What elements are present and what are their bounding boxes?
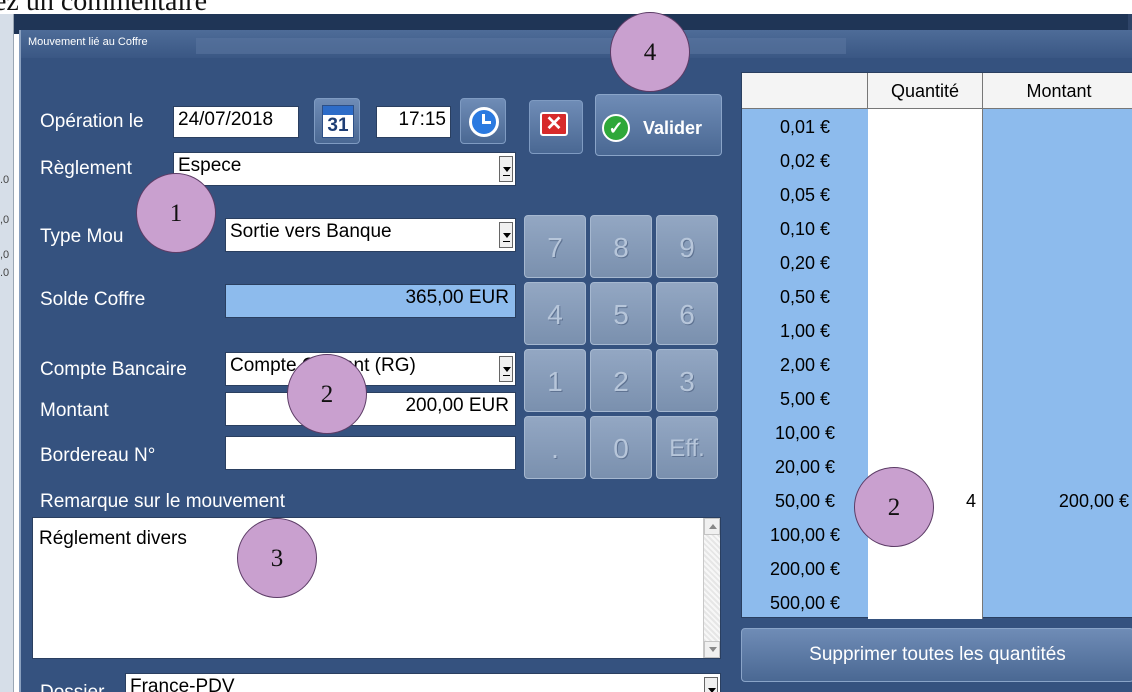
dialog-window: Mouvement lié au Coffre Opération le 24/…	[19, 30, 1132, 692]
scroll-down-icon[interactable]	[704, 641, 720, 658]
validate-label: Valider	[643, 118, 703, 138]
annotation-badge: 2	[287, 354, 367, 434]
operation-label: Opération le	[40, 111, 144, 132]
denomination-label: 0,01 €	[779, 117, 831, 137]
dropdown-arrow-icon[interactable]	[499, 356, 513, 382]
dropdown-arrow-icon[interactable]	[704, 677, 718, 692]
vertical-scrollbar[interactable]	[703, 518, 720, 658]
keypad-key[interactable]: 0	[590, 416, 652, 479]
keypad-key[interactable]: 5	[590, 282, 652, 345]
keypad-key[interactable]: 2	[590, 349, 652, 412]
keypad-key[interactable]: 1	[524, 349, 586, 412]
denomination-label: 100,00 €	[769, 525, 841, 545]
keypad-key[interactable]: .	[524, 416, 586, 479]
dropdown-arrow-icon[interactable]	[499, 222, 513, 248]
denomination-grid: Quantité Montant 0,01 € 0,02 € 0,05 € 0,10 …	[741, 72, 1132, 619]
dropdown-arrow-icon[interactable]	[499, 156, 513, 182]
background-tick: ,0	[0, 214, 10, 226]
dossier-value: France-PDV	[130, 676, 235, 692]
annotation-badge: 1	[136, 173, 216, 253]
reglement-value: Espece	[178, 155, 242, 176]
time-field[interactable]: 17:15	[376, 106, 451, 138]
title-bar[interactable]: Mouvement lié au Coffre	[21, 30, 1132, 58]
date-field[interactable]: 24/07/2018	[173, 106, 299, 138]
denomination-label: 1,00 €	[779, 321, 831, 341]
calendar-day: 31	[327, 115, 349, 136]
denomination-label: 50,00 €	[774, 491, 836, 511]
keypad-key[interactable]: 4	[524, 282, 586, 345]
denomination-label: 0,05 €	[779, 185, 831, 205]
reglement-label: Règlement	[40, 158, 132, 179]
title-bar-decoration	[196, 38, 846, 54]
cancel-button[interactable]: ✕	[529, 100, 583, 154]
form-panel: Opération le 24/07/2018 31 17:15 ✕ ✓ Val…	[21, 58, 739, 692]
bordereau-label: Bordereau N°	[40, 445, 156, 466]
compte-select[interactable]: Compte Courant (RG)	[225, 352, 516, 386]
annotation-badge: 4	[610, 12, 690, 92]
denomination-label: 0,02 €	[779, 151, 831, 171]
keypad-key[interactable]: 3	[656, 349, 718, 412]
validate-button[interactable]: ✓ Valider	[595, 94, 722, 156]
calendar-button[interactable]: 31	[314, 98, 360, 144]
type-label: Type Mou	[40, 226, 124, 247]
solde-field: 365,00 EUR	[225, 284, 516, 318]
quantity-header: Quantité	[868, 73, 983, 109]
window-title: Mouvement lié au Coffre	[28, 36, 148, 48]
background-tick: .0	[0, 174, 10, 186]
clear-quantities-button[interactable]: Supprimer toutes les quantités	[741, 628, 1132, 682]
remarque-label: Remarque sur le mouvement	[40, 491, 285, 512]
annotation-badge: 3	[237, 518, 317, 598]
dossier-select[interactable]: France-PDV	[125, 673, 721, 692]
type-value: Sortie vers Banque	[230, 221, 392, 242]
denomination-label: 200,00 €	[769, 559, 841, 579]
keypad-key[interactable]: 6	[656, 282, 718, 345]
cancel-icon: ✕	[540, 112, 568, 136]
remarque-textarea[interactable]: Réglement divers	[32, 517, 721, 659]
dossier-label: Dossier	[40, 682, 104, 692]
bordereau-field[interactable]	[225, 436, 516, 470]
montant-cell: 200,00 €	[1058, 491, 1129, 511]
solde-label: Solde Coffre	[40, 289, 146, 310]
denomination-label: 0,20 €	[779, 253, 831, 273]
montant-label: Montant	[40, 400, 109, 421]
type-select[interactable]: Sortie vers Banque	[225, 218, 516, 252]
denomination-label: 10,00 €	[774, 423, 836, 443]
denomination-label: 5,00 €	[779, 389, 831, 409]
background-tick: .0	[0, 267, 10, 279]
keypad-key[interactable]: 9	[656, 215, 718, 278]
time-button[interactable]	[460, 98, 506, 144]
background-sidebar: .0 ,0 ,0 .0	[0, 14, 14, 692]
denomination-label: 2,00 €	[779, 355, 831, 375]
keypad-clear-key[interactable]: Eff.	[656, 416, 718, 479]
montant-header: Montant	[983, 73, 1132, 109]
denomination-label: 0,50 €	[779, 287, 831, 307]
remarque-text: Réglement divers	[39, 528, 187, 549]
check-icon: ✓	[602, 114, 630, 142]
annotation-badge: 2	[854, 467, 934, 547]
reglement-select[interactable]: Espece	[173, 152, 516, 186]
denomination-label: 20,00 €	[774, 457, 836, 477]
scroll-up-icon[interactable]	[704, 518, 720, 535]
compte-label: Compte Bancaire	[40, 359, 187, 380]
montant-field[interactable]: 200,00 EUR	[225, 392, 516, 426]
background-tick: ,0	[0, 249, 10, 261]
grid-corner	[742, 73, 868, 109]
keypad-key[interactable]: 8	[590, 215, 652, 278]
calendar-icon: 31	[322, 105, 354, 138]
clock-icon	[469, 107, 499, 137]
keypad-key[interactable]: 7	[524, 215, 586, 278]
denomination-label: 0,10 €	[779, 219, 831, 239]
denomination-label: 500,00 €	[769, 593, 841, 613]
